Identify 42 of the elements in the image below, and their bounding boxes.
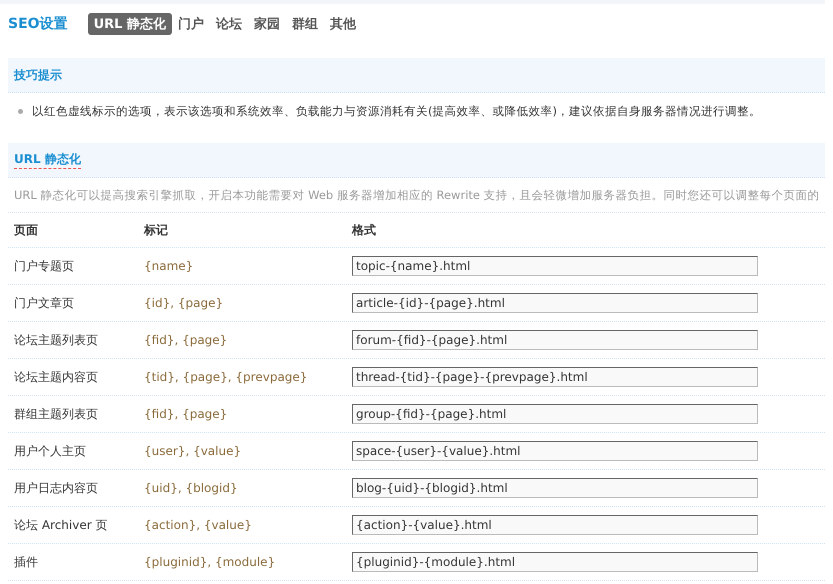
- table-cell-text: 论坛主题列表页: [14, 332, 99, 348]
- input-field[interactable]: thread-{tid}-{page}-{prevpage}.html: [352, 367, 758, 387]
- tip-text: 以红色虚线标示的选项，表示该选项和系统效率、负载能力与资源消耗有关(提高效率、或降低效率)，建议依据自身服务器情况进行调整。: [32, 104, 761, 118]
- table-cell-text: {id}, {page}: [144, 296, 224, 310]
- table-cell-text: 论坛主题内容页: [14, 368, 99, 386]
- table-cell-text: {action}, {value}: [144, 518, 253, 532]
- tab[interactable]: 门户: [172, 13, 210, 35]
- table-cell-text: {fid}, {page}: [144, 407, 228, 421]
- column-header: 格式: [352, 222, 377, 238]
- table-cell-text: {uid}, {blogid}: [144, 481, 239, 495]
- section-title: 技巧提示: [14, 66, 62, 84]
- input-field[interactable]: topic-{name}.html: [352, 256, 758, 276]
- input-field[interactable]: {action}-{value}.html: [352, 515, 758, 535]
- table-cell-text: {tid}, {page}, {prevpage}: [144, 370, 308, 384]
- bullet-icon: [18, 108, 23, 114]
- table-cell-text: 群组主题列表页: [14, 406, 99, 422]
- table-cell-text: 用户日志内容页: [14, 480, 99, 496]
- tab[interactable]: URL 静态化: [88, 13, 172, 35]
- input-field[interactable]: blog-{uid}-{blogid}.html: [352, 478, 758, 498]
- input-field[interactable]: space-{user}-{value}.html: [352, 441, 758, 461]
- column-header: 标记: [144, 222, 169, 238]
- table-cell-text: 论坛 Archiver 页: [14, 516, 108, 534]
- table-cell-text: {pluginid}, {module}: [144, 555, 276, 569]
- input-field[interactable]: {pluginid}-{module}.html: [352, 552, 758, 572]
- tab[interactable]: 其他: [324, 13, 362, 35]
- table-cell-text: 门户专题页: [14, 258, 75, 274]
- tab[interactable]: 家园: [248, 13, 286, 35]
- table-cell-text: 门户文章页: [14, 294, 75, 312]
- table-cell-text: {fid}, {page}: [144, 333, 228, 347]
- tab[interactable]: 群组: [286, 13, 324, 35]
- table-cell-text: 用户个人主页: [14, 442, 87, 460]
- table-cell-text: {name}: [144, 259, 194, 273]
- description-text: URL 静态化可以提高搜索引擎抓取，开启本功能需要对 Web 服务器增加相应的 Rewrite 支持，且会轻微增加服务器负担。同时您还可以调整每个页面的: [8, 178, 825, 213]
- table-cell-text: {user}, {value}: [144, 444, 242, 458]
- table-cell-text: 插件: [14, 554, 39, 570]
- input-field[interactable]: forum-{fid}-{page}.html: [352, 330, 758, 350]
- column-header: 页面: [14, 222, 39, 238]
- page-title: SEO设置: [8, 15, 68, 33]
- input-field[interactable]: group-{fid}-{page}.html: [352, 404, 758, 424]
- tab[interactable]: 论坛: [210, 13, 248, 35]
- input-field[interactable]: article-{id}-{page}.html: [352, 293, 758, 313]
- section-title: URL 静态化: [14, 151, 81, 169]
